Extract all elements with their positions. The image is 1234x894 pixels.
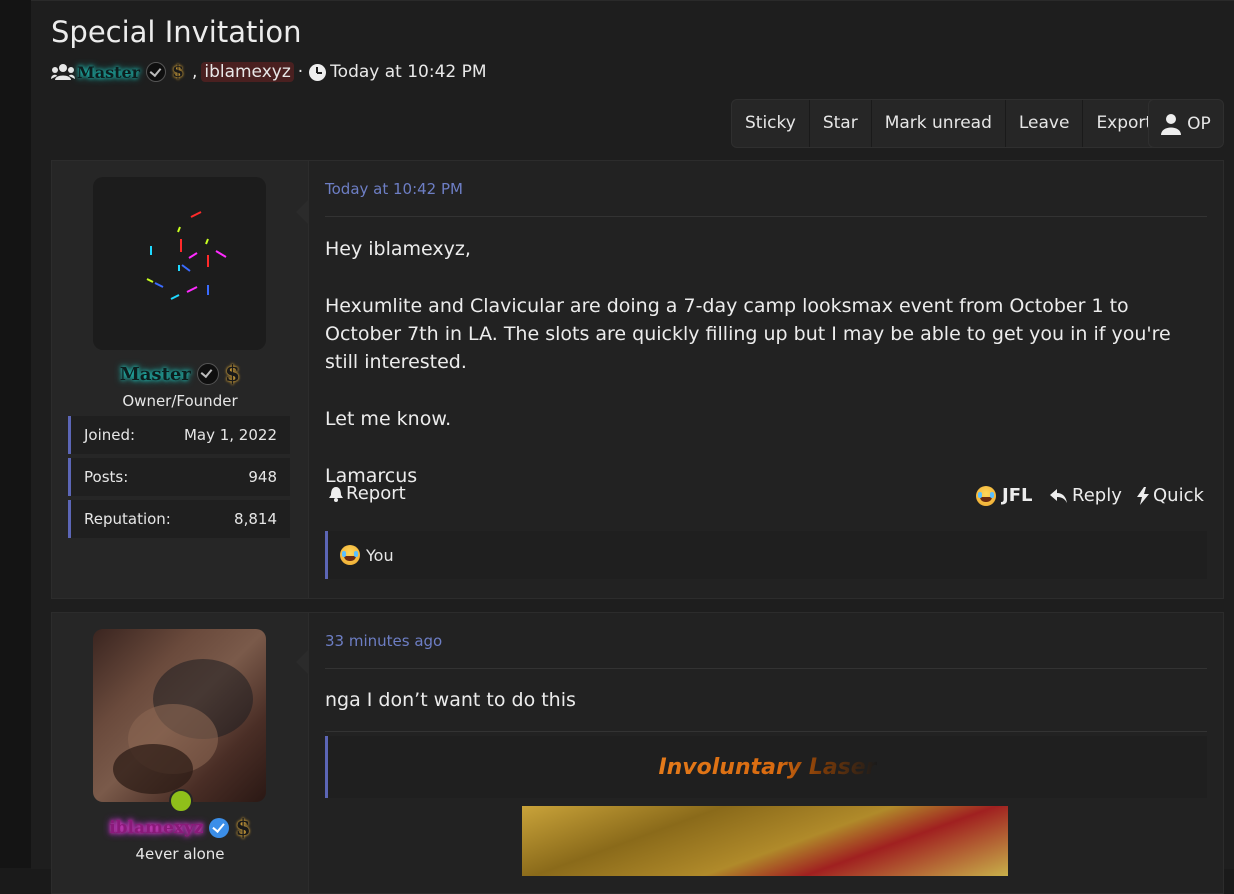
- users-icon: [51, 64, 75, 80]
- post-body: nga I don’t want to do this: [325, 689, 576, 711]
- star-button[interactable]: Star: [810, 100, 872, 147]
- avatar-portrait-art: [113, 659, 253, 794]
- signature-banner: Involuntary Laser: [325, 736, 1207, 798]
- stat-posts: Posts: 948: [68, 458, 290, 496]
- sticky-button[interactable]: Sticky: [732, 100, 810, 147]
- report-button[interactable]: Report: [329, 483, 406, 504]
- bell-icon: [329, 486, 343, 502]
- participant-separator: ,: [191, 62, 198, 82]
- reactions-label: You: [366, 545, 394, 565]
- dollar-badge-icon: $: [235, 815, 251, 841]
- stat-label: Posts:: [84, 468, 129, 486]
- post-author-panel: iblamexyz $ 4ever alone: [52, 613, 309, 893]
- dollar-badge-icon: $: [224, 361, 241, 387]
- post-divider: [325, 731, 1207, 732]
- post-paragraph: Hey iblamexyz,: [325, 238, 471, 260]
- verified-badge-icon: [196, 363, 219, 385]
- post-1: Master $ Owner/Founder Joined: May 1, 20…: [51, 160, 1224, 599]
- post-divider: [325, 668, 1207, 669]
- post-content: 33 minutes ago nga I don’t want to do th…: [325, 613, 1207, 893]
- online-status-indicator: [169, 789, 193, 813]
- signature-image: [522, 806, 1008, 876]
- quick-label: Quick: [1153, 485, 1204, 506]
- op-label: OP: [1187, 113, 1211, 134]
- avatar-glyph-art: [146, 211, 227, 300]
- author-title: Owner/Founder: [122, 392, 238, 410]
- avatar[interactable]: [93, 629, 266, 802]
- stat-reputation: Reputation: 8,814: [68, 500, 290, 538]
- post-content: Today at 10:42 PM Hey iblamexyz, Hexumli…: [325, 161, 1207, 598]
- dollar-badge-icon: $: [172, 62, 184, 82]
- signature-text: Involuntary Laser: [658, 754, 877, 780]
- stat-value: 8,814: [234, 510, 277, 528]
- post-divider: [325, 216, 1207, 217]
- op-button[interactable]: OP: [1148, 99, 1224, 148]
- author-title: 4ever alone: [135, 845, 225, 863]
- leave-button[interactable]: Leave: [1006, 100, 1084, 147]
- mark-unread-button[interactable]: Mark unread: [872, 100, 1006, 147]
- thread-container: Special Invitation Master $ , iblamexyz …: [31, 0, 1234, 894]
- thread-toolbar: Sticky Star Mark unread Leave Export: [731, 99, 1167, 148]
- user-icon: [1161, 113, 1182, 135]
- post-arrow: [296, 649, 309, 675]
- quick-reply-button[interactable]: Quick: [1137, 485, 1204, 506]
- laughing-crying-icon: [340, 545, 360, 565]
- post-time[interactable]: 33 minutes ago: [325, 632, 442, 650]
- left-gutter: [0, 0, 31, 868]
- stat-label: Reputation:: [84, 510, 171, 528]
- thread-title: Special Invitation: [51, 15, 302, 49]
- report-label: Report: [346, 483, 406, 504]
- post-arrow: [296, 199, 309, 225]
- jfl-label: JFL: [1002, 485, 1033, 506]
- post-time[interactable]: Today at 10:42 PM: [325, 180, 463, 198]
- avatar[interactable]: [93, 177, 266, 350]
- laughing-crying-icon: [976, 485, 996, 506]
- post-actions: Report JFL Reply Quick: [325, 483, 1207, 509]
- lightning-icon: [1137, 486, 1149, 505]
- stat-value: May 1, 2022: [183, 426, 277, 444]
- author-name-row: iblamexyz $: [52, 815, 308, 841]
- participant-master[interactable]: Master: [77, 63, 140, 82]
- reactions-summary[interactable]: You: [325, 531, 1207, 579]
- author-name[interactable]: Master: [120, 364, 191, 385]
- stat-joined: Joined: May 1, 2022: [68, 416, 290, 454]
- verified-badge-icon: [146, 62, 167, 82]
- participant-iblamexyz[interactable]: iblamexyz: [201, 62, 294, 82]
- stat-label: Joined:: [84, 426, 136, 444]
- post-author-panel: Master $ Owner/Founder Joined: May 1, 20…: [52, 161, 309, 598]
- reply-icon: [1050, 488, 1067, 503]
- jfl-reaction-button[interactable]: JFL: [976, 485, 1032, 506]
- post-body: Hey iblamexyz, Hexumlite and Clavicular …: [325, 235, 1207, 519]
- author-name-row: Master $: [52, 361, 308, 387]
- post-paragraph: Hexumlite and Clavicular are doing a 7-d…: [325, 295, 1171, 373]
- post-2: iblamexyz $ 4ever alone 33 minutes ago n…: [51, 612, 1224, 894]
- reply-button[interactable]: Reply: [1050, 485, 1122, 506]
- verified-blue-badge-icon: [209, 818, 230, 838]
- thread-meta: Master $ , iblamexyz · Today at 10:42 PM: [51, 59, 487, 85]
- stat-value: 948: [248, 468, 277, 486]
- author-name[interactable]: iblamexyz: [109, 818, 203, 838]
- thread-time[interactable]: Today at 10:42 PM: [330, 62, 486, 82]
- clock-icon: [309, 63, 327, 81]
- post-paragraph: Let me know.: [325, 408, 452, 430]
- meta-dot: ·: [297, 62, 304, 82]
- reply-label: Reply: [1072, 485, 1122, 506]
